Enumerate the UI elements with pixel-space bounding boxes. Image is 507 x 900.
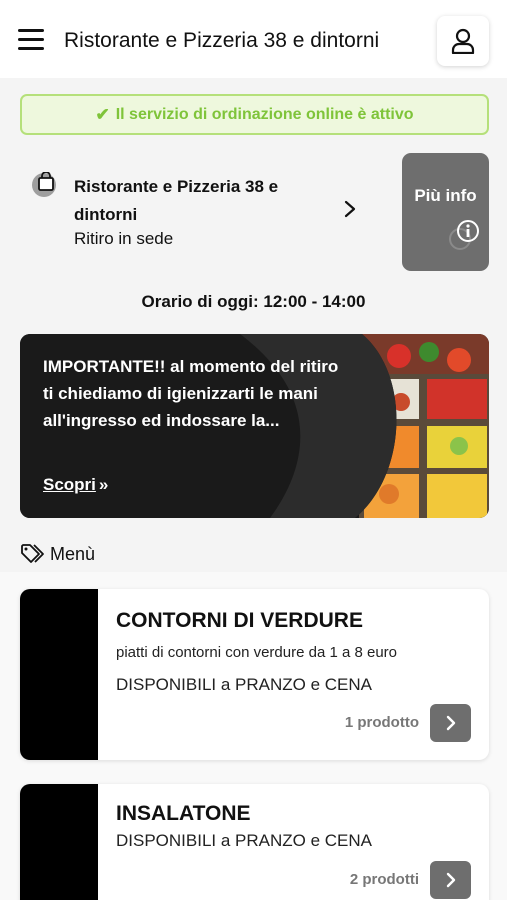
chevron-right-icon [446, 872, 455, 888]
category-image [20, 589, 98, 760]
discover-link-label: Scopri [43, 475, 96, 494]
open-category-button[interactable] [430, 704, 471, 742]
more-info-label: Più info [414, 186, 477, 205]
menu-heading: Menù [20, 543, 95, 565]
tag-icon [21, 544, 44, 563]
more-info-button[interactable]: Più info [402, 153, 489, 271]
promo-text: IMPORTANTE!! al momento del ritiro ti ch… [43, 357, 339, 430]
category-card[interactable]: CONTORNI DI VERDURE piatti di contorni c… [20, 589, 489, 760]
open-category-button[interactable] [430, 861, 471, 899]
store-selector[interactable]: Ristorante e Pizzeria 38 e dintorni Riti… [20, 153, 392, 271]
menu-label: Menù [50, 543, 96, 564]
app-header: Ristorante e Pizzeria 38 e dintorni [0, 0, 507, 78]
menu-category-list: CONTORNI DI VERDURE piatti di contorni c… [0, 572, 507, 900]
category-image [20, 784, 98, 900]
category-title: INSALATONE [116, 802, 251, 825]
info-icon [449, 220, 479, 250]
category-availability: DISPONIBILI a PRANZO e CENA [116, 831, 373, 850]
category-product-count: 2 prodotti [349, 871, 419, 888]
category-availability: DISPONIBILI a PRANZO e CENA [116, 675, 373, 694]
discover-link[interactable]: Scopri» [43, 475, 108, 495]
category-card[interactable]: INSALATONE DISPONIBILI a PRANZO e CENA 2… [20, 784, 489, 900]
category-title: CONTORNI DI VERDURE [116, 609, 363, 632]
chevron-right-icon [446, 715, 455, 731]
today-hours: Orario di oggi: 12:00 - 14:00 [141, 292, 366, 311]
online-status-text: Il servizio di ordinazione online è atti… [115, 105, 414, 123]
online-status-banner: ✔ Il servizio di ordinazione online è at… [20, 94, 489, 135]
user-account-button[interactable] [437, 16, 489, 66]
header-title: Ristorante e Pizzeria 38 e dintorni [64, 29, 380, 52]
promo-banner[interactable]: IMPORTANTE!! al momento del ritiro ti ch… [20, 334, 489, 518]
user-icon [451, 28, 475, 54]
chevron-right-icon [344, 200, 356, 218]
category-description: piatti di contorni con verdure da 1 a 8 … [116, 644, 398, 661]
check-icon: ✔ [95, 104, 110, 124]
order-mode: Ritiro in sede [74, 229, 174, 248]
category-product-count: 1 prodotto [344, 714, 419, 731]
store-name: Ristorante e Pizzeria 38 e dintorni [74, 177, 279, 224]
double-chevron-right-icon: » [98, 475, 109, 494]
shopping-bag-icon [32, 172, 56, 197]
hamburger-icon[interactable] [18, 29, 44, 51]
